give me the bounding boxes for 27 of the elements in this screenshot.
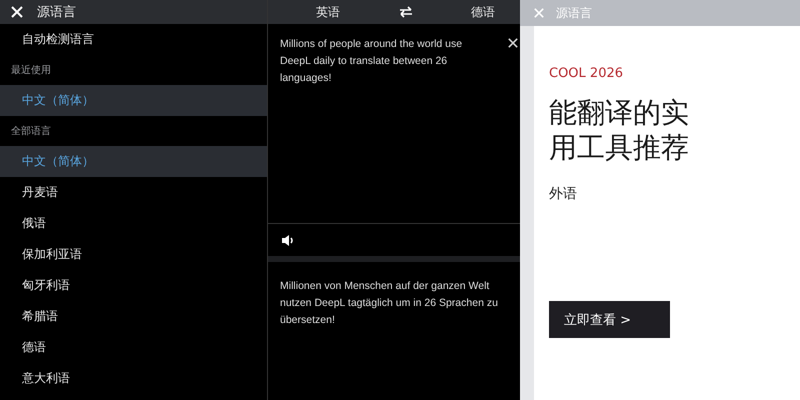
speaker-icon[interactable]	[281, 234, 295, 246]
source-language-tab[interactable]: 英语	[316, 4, 340, 20]
close-icon	[534, 8, 544, 18]
language-item[interactable]: 中文（简体）	[0, 146, 267, 177]
promo-category: 外语	[549, 185, 577, 203]
panel-title: 源语言	[556, 4, 592, 22]
close-icon[interactable]	[11, 6, 23, 18]
section-label: 全部语言	[10, 124, 52, 139]
language-item[interactable]: 意大利语	[0, 363, 267, 394]
clear-icon[interactable]	[508, 38, 518, 48]
source-text[interactable]: Millions of people around the world use DeepL daily to translate between 26 languages!	[280, 36, 490, 87]
section-label: 最近使用	[10, 64, 52, 78]
language-item[interactable]: 中文（简体）	[0, 85, 267, 116]
language-item[interactable]: 保加利亚语	[0, 239, 267, 270]
language-item[interactable]: 德语	[0, 332, 267, 363]
language-item[interactable]: 自动检测语言	[0, 24, 267, 55]
promo-eyebrow: COOL 2026	[549, 66, 624, 81]
panel-title: 源语言	[37, 4, 76, 21]
target-language-tab[interactable]: 德语	[471, 4, 495, 20]
translated-text: Millionen von Menschen auf der ganzen Welt nutzen DeepL tagtäglich um in 26 Sprachen zu übersetzen!	[280, 279, 499, 328]
language-item[interactable]: 丹麦语	[0, 177, 267, 208]
swap-icon[interactable]	[398, 6, 412, 18]
language-item[interactable]: 匈牙利语	[0, 270, 267, 301]
view-now-button[interactable]: 立即查看 >	[549, 301, 670, 338]
language-item[interactable]: 希腊语	[0, 301, 267, 332]
promo-headline: 能翻译的实 用工具推荐	[549, 95, 689, 165]
language-item[interactable]: 俄语	[0, 208, 267, 239]
